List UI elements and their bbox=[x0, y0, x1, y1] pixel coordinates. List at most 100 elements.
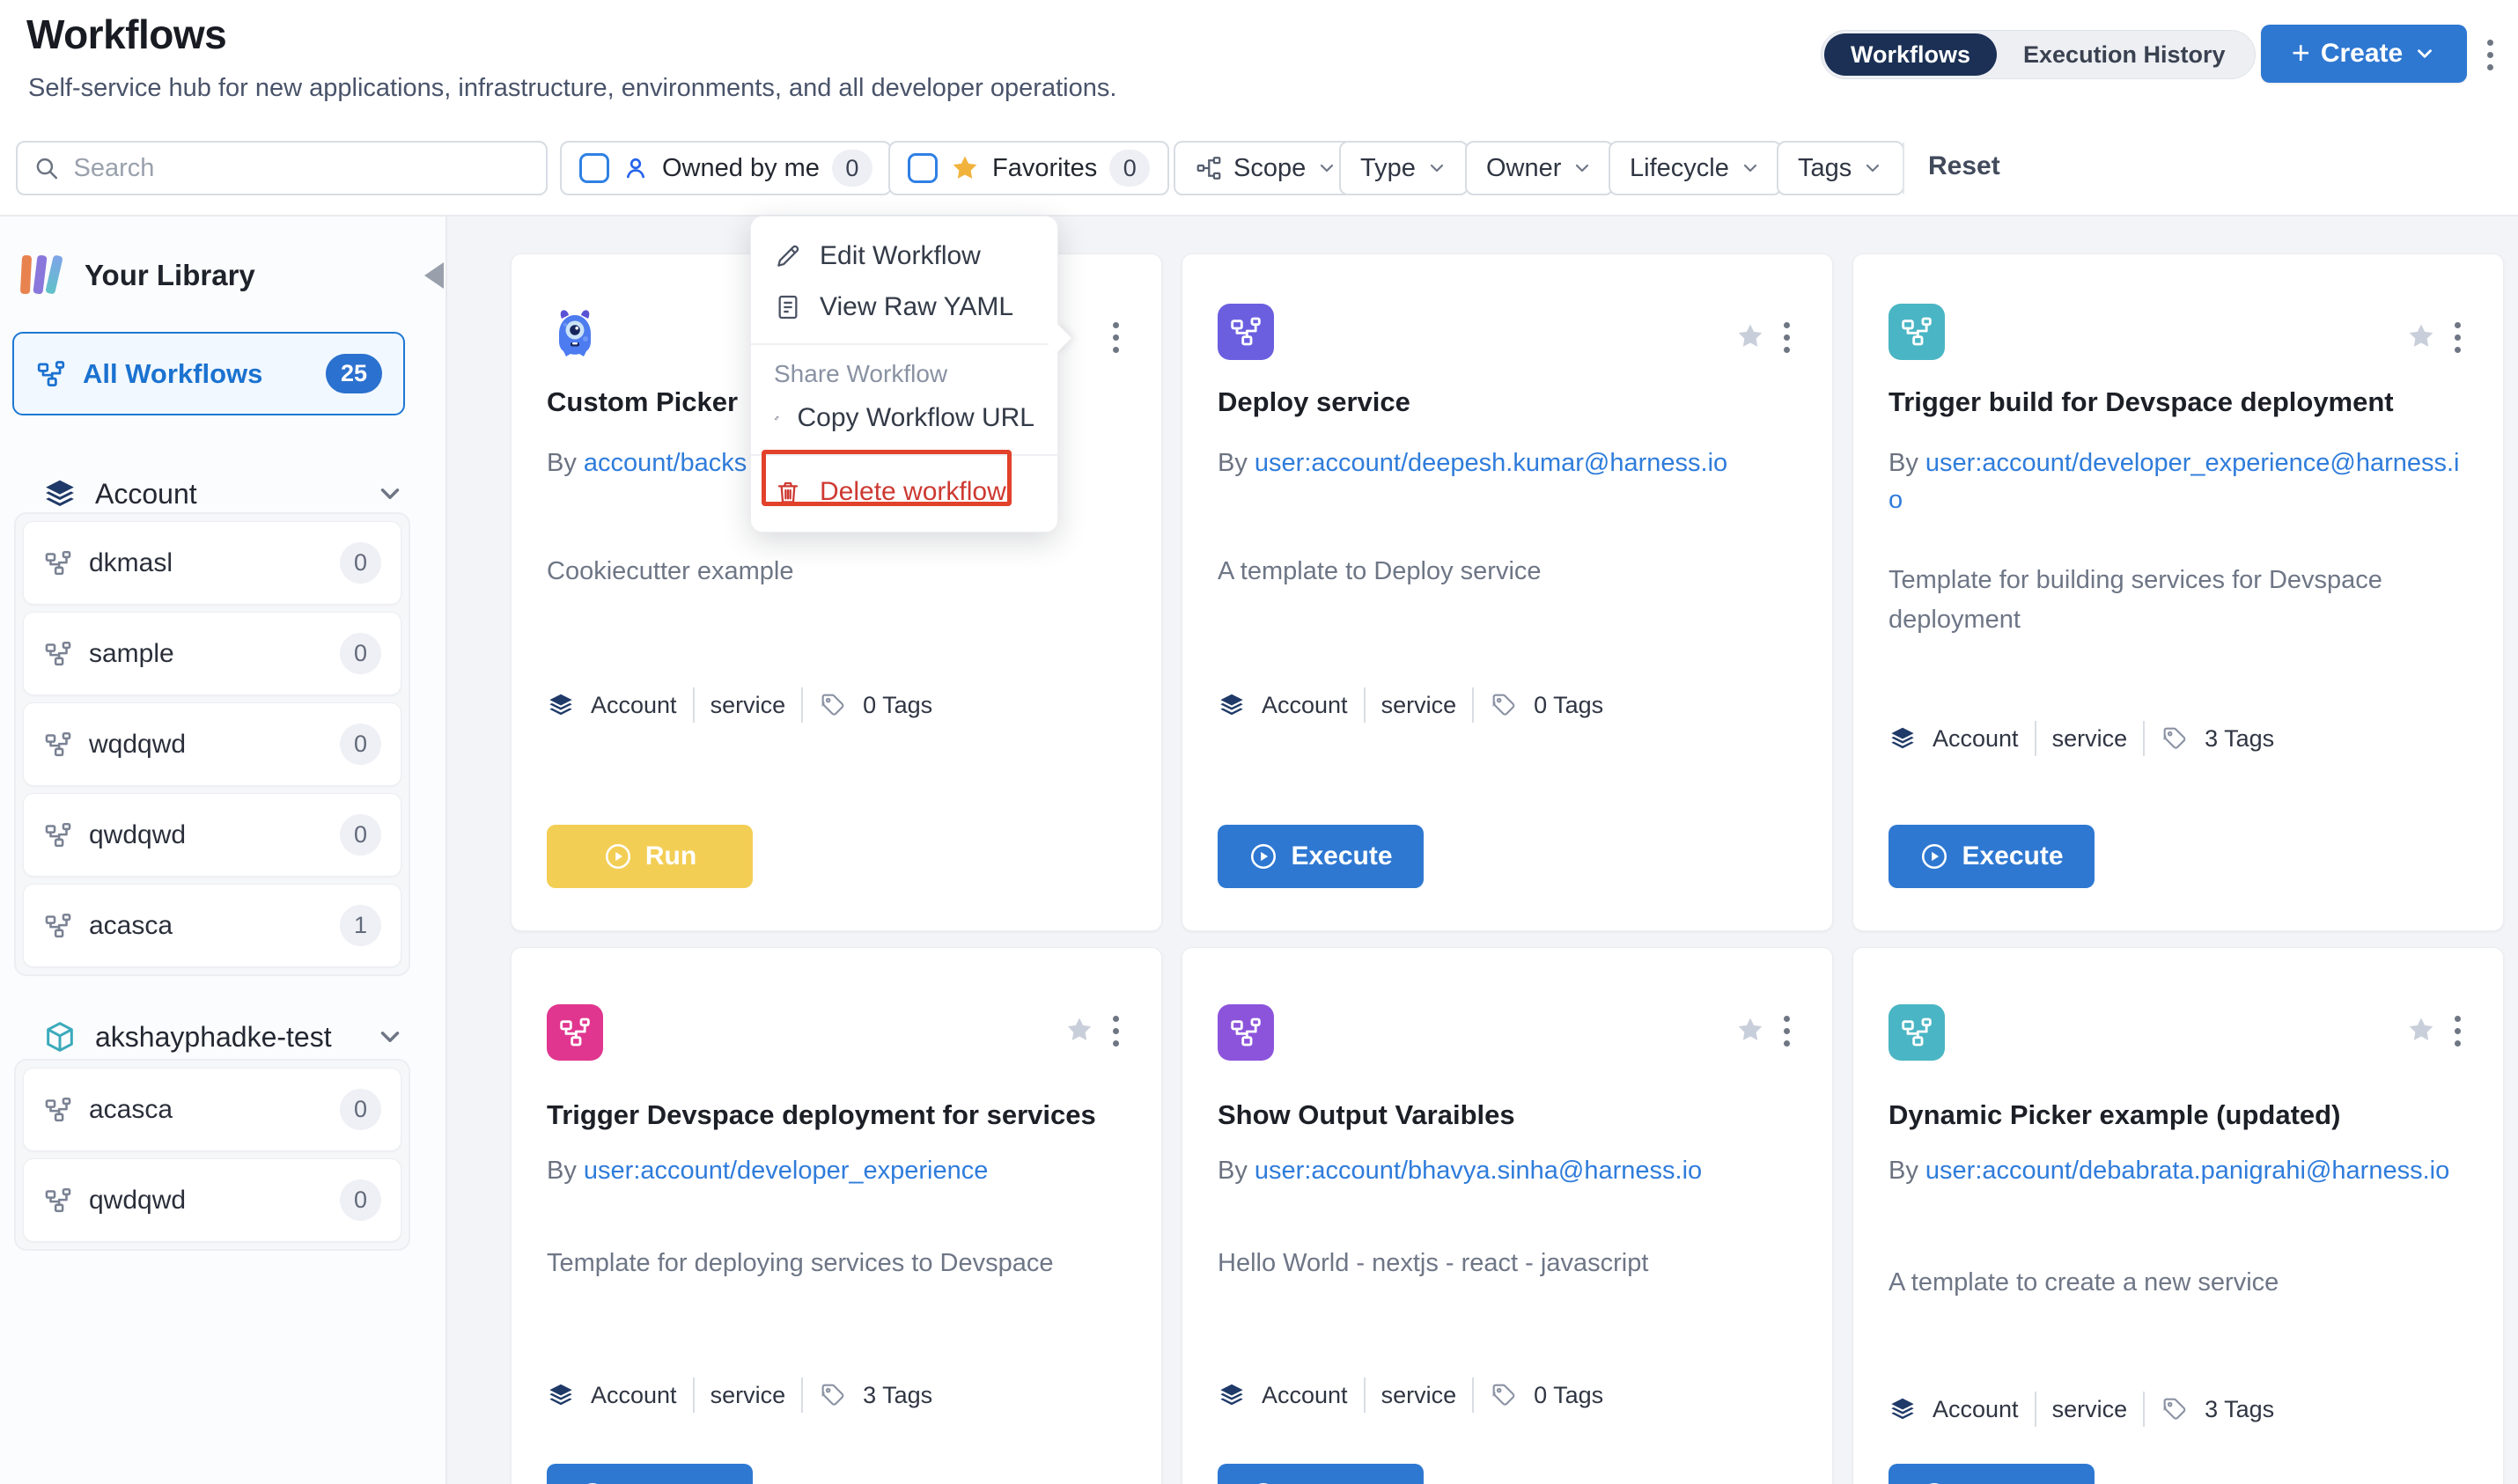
workflow-card-deploy-service[interactable]: Deploy service By user:account/deepesh.k… bbox=[1182, 253, 1833, 931]
library-title: Your Library bbox=[85, 259, 255, 292]
card-kebab-menu-icon[interactable] bbox=[1778, 1013, 1795, 1048]
card-description: Hello World - nextjs - react - javascrip… bbox=[1218, 1244, 1790, 1283]
card-kebab-menu-icon[interactable] bbox=[2448, 320, 2466, 355]
search-box[interactable] bbox=[16, 141, 548, 195]
play-icon bbox=[1919, 1480, 1949, 1484]
execute-button[interactable]: Execute bbox=[1218, 1464, 1424, 1484]
favorites-checkbox[interactable] bbox=[908, 153, 938, 183]
author-link[interactable]: user:account/debabrata.panigrahi@harness… bbox=[1925, 1157, 2449, 1185]
sidebar-item-all-workflows[interactable]: All Workflows 25 bbox=[12, 332, 405, 415]
item-count-badge: 0 bbox=[340, 1089, 381, 1130]
menu-item-copy-workflow-url[interactable]: Copy Workflow URL bbox=[751, 393, 1057, 444]
owner-dropdown[interactable]: Owner bbox=[1465, 141, 1614, 195]
sidebar-item-qwdqwd-2[interactable]: qwdqwd 0 bbox=[23, 1158, 401, 1242]
search-input[interactable] bbox=[72, 153, 530, 184]
execute-button[interactable]: Execute bbox=[1888, 825, 2095, 888]
sidebar-item-qwdqwd[interactable]: qwdqwd 0 bbox=[23, 793, 401, 877]
page-subtitle: Self-service hub for new applications, i… bbox=[28, 74, 1116, 103]
favorite-star-icon[interactable] bbox=[2406, 1015, 2436, 1045]
card-tags: 0 Tags bbox=[1534, 692, 1603, 719]
card-footer: Account service 3 Tags bbox=[547, 1377, 932, 1413]
card-footer: Account service 0 Tags bbox=[547, 687, 932, 723]
workflow-card-trigger-build-devspace[interactable]: Trigger build for Devspace deployment By… bbox=[1852, 253, 2504, 931]
card-footer: Account service 0 Tags bbox=[1218, 687, 1603, 723]
library-icon bbox=[19, 255, 65, 296]
tags-label: Tags bbox=[1798, 154, 1852, 183]
favorites-filter[interactable]: Favorites 0 bbox=[888, 141, 1169, 195]
execute-button[interactable]: Execute bbox=[547, 1464, 753, 1484]
chevron-down-icon bbox=[1572, 158, 1593, 179]
sidebar-item-acasca[interactable]: acasca 1 bbox=[23, 884, 401, 967]
chevron-down-icon bbox=[1740, 158, 1761, 179]
chevron-down-icon bbox=[375, 1022, 405, 1052]
play-icon bbox=[1248, 841, 1278, 871]
card-type: service bbox=[710, 1382, 786, 1409]
execute-button-label: Execute bbox=[620, 1480, 721, 1484]
card-kebab-menu-icon[interactable] bbox=[1107, 320, 1124, 355]
sidebar-group-akshayphadke-test[interactable]: akshayphadke-test bbox=[42, 1019, 405, 1054]
scope-dropdown[interactable]: Scope bbox=[1174, 141, 1358, 195]
favorite-star-icon[interactable] bbox=[1064, 1015, 1094, 1045]
page-kebab-menu-icon[interactable] bbox=[2481, 37, 2499, 72]
card-scope: Account bbox=[1933, 1396, 2019, 1423]
favorite-star-icon[interactable] bbox=[2406, 321, 2436, 351]
layers-icon bbox=[1218, 691, 1246, 719]
author-link[interactable]: user:account/bhavya.sinha@harness.io bbox=[1255, 1157, 1702, 1185]
filter-bar: Owned by me 0 Favorites 0 Scope Type Own… bbox=[0, 132, 2518, 217]
favorite-star-icon bbox=[950, 153, 980, 183]
run-button[interactable]: Run bbox=[547, 825, 753, 888]
item-label: wqdqwd bbox=[89, 730, 186, 760]
sidebar-collapse-icon[interactable] bbox=[424, 262, 444, 289]
execute-button[interactable]: Execute bbox=[1218, 825, 1424, 888]
card-kebab-menu-icon[interactable] bbox=[1778, 320, 1795, 355]
menu-item-edit-workflow[interactable]: Edit Workflow bbox=[751, 231, 1057, 282]
library-sidebar: Your Library All Workflows 25 Account dk… bbox=[0, 217, 447, 1484]
favorite-star-icon[interactable] bbox=[1735, 321, 1765, 351]
tags-dropdown[interactable]: Tags bbox=[1777, 141, 1904, 195]
tab-workflows[interactable]: Workflows bbox=[1824, 33, 1997, 76]
card-kebab-menu-icon[interactable] bbox=[1107, 1013, 1124, 1048]
org-icon bbox=[43, 1095, 73, 1125]
execute-button[interactable]: Execute bbox=[1888, 1464, 2095, 1484]
menu-item-view-raw-yaml[interactable]: View Raw YAML bbox=[751, 282, 1057, 333]
owned-by-me-filter[interactable]: Owned by me 0 bbox=[560, 141, 892, 195]
all-workflows-label: All Workflows bbox=[83, 358, 262, 390]
pencil-icon bbox=[774, 242, 802, 270]
workflow-icon bbox=[1888, 1004, 1945, 1061]
group-label: akshayphadke-test bbox=[95, 1021, 332, 1054]
menu-item-delete-workflow[interactable]: Delete workflow bbox=[751, 467, 1057, 518]
item-label: qwdqwd bbox=[89, 820, 186, 850]
author-link[interactable]: user:account/developer_experience bbox=[584, 1157, 988, 1185]
workflow-card-trigger-devspace-services[interactable]: Trigger Devspace deployment for services… bbox=[511, 947, 1162, 1484]
tab-execution-history[interactable]: Execution History bbox=[1997, 33, 2252, 76]
sidebar-item-dkmasl[interactable]: dkmasl 0 bbox=[23, 521, 401, 605]
sidebar-item-acasca-2[interactable]: acasca 0 bbox=[23, 1068, 401, 1151]
card-author: By user:account/bhavya.sinha@harness.io bbox=[1218, 1152, 1800, 1189]
sidebar-item-sample[interactable]: sample 0 bbox=[23, 612, 401, 695]
sidebar-group-account[interactable]: Account bbox=[42, 476, 405, 511]
chevron-down-icon bbox=[1862, 158, 1883, 179]
reset-filters-button[interactable]: Reset bbox=[1928, 151, 2000, 181]
type-dropdown[interactable]: Type bbox=[1339, 141, 1469, 195]
chevron-down-icon bbox=[1426, 158, 1447, 179]
create-button[interactable]: + Create bbox=[2261, 25, 2467, 83]
item-count-badge: 1 bbox=[340, 905, 381, 946]
workflow-card-show-output-varaibles[interactable]: Show Output Varaibles By user:account/bh… bbox=[1182, 947, 1833, 1484]
person-icon bbox=[622, 154, 650, 182]
workflow-card-dynamic-picker[interactable]: Dynamic Picker example (updated) By user… bbox=[1852, 947, 2504, 1484]
card-title: Trigger build for Devspace deployment bbox=[1888, 386, 2470, 418]
favorite-star-icon[interactable] bbox=[1735, 1015, 1765, 1045]
author-link[interactable]: user:account/developer_experience@harnes… bbox=[1888, 449, 2460, 514]
scope-label: Scope bbox=[1233, 154, 1306, 183]
layers-icon bbox=[1888, 1395, 1917, 1423]
lifecycle-dropdown[interactable]: Lifecycle bbox=[1609, 141, 1782, 195]
type-label: Type bbox=[1360, 154, 1416, 183]
all-workflows-count-badge: 25 bbox=[326, 354, 382, 393]
card-kebab-menu-icon[interactable] bbox=[2448, 1013, 2466, 1048]
author-link[interactable]: user:account/deepesh.kumar@harness.io bbox=[1255, 449, 1727, 477]
sidebar-item-wqdqwd[interactable]: wqdqwd 0 bbox=[23, 702, 401, 786]
workflows-page: Workflows Self-service hub for new appli… bbox=[0, 0, 2518, 1484]
play-icon bbox=[578, 1480, 607, 1484]
author-link[interactable]: account/backs bbox=[584, 449, 747, 477]
owned-by-me-checkbox[interactable] bbox=[579, 153, 609, 183]
